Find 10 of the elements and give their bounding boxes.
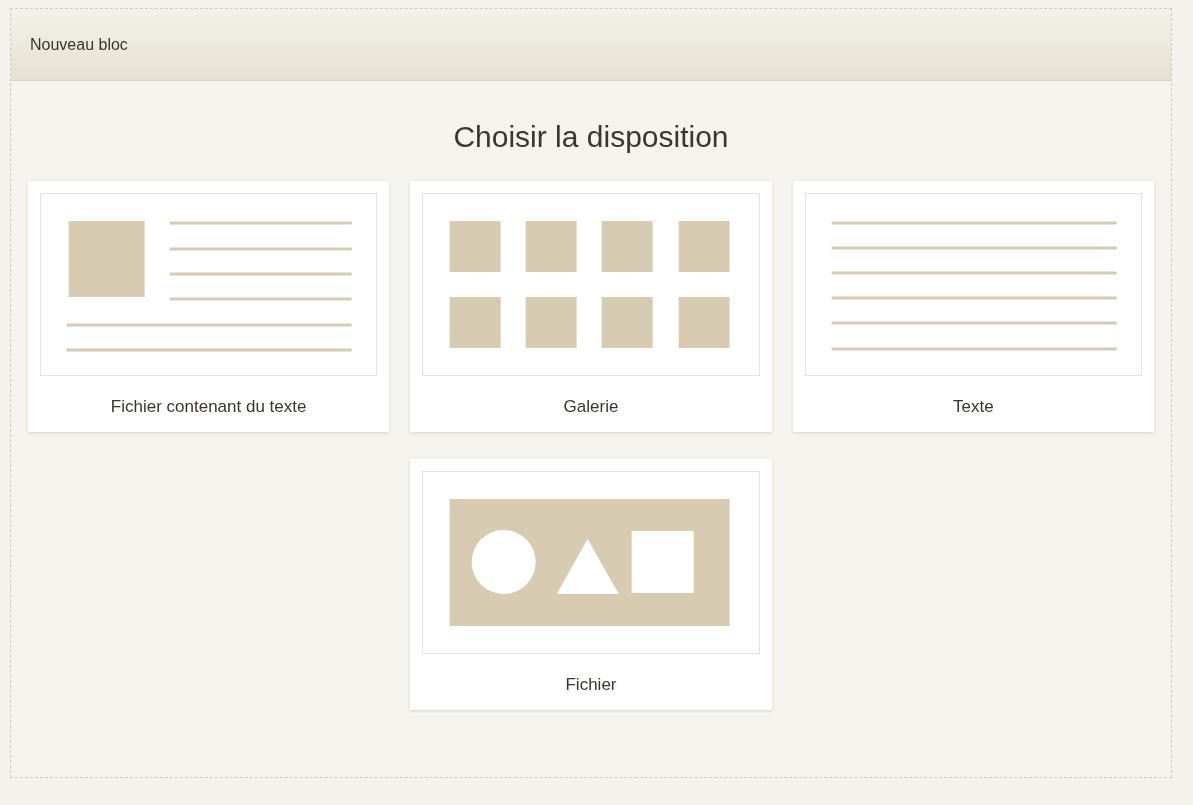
layout-label: Galerie xyxy=(562,396,620,418)
panel-title: Nouveau bloc xyxy=(30,34,128,55)
layout-card[interactable]: Texte xyxy=(792,181,1154,432)
layout-label: Fichier xyxy=(564,674,618,696)
heading: Choisir la disposition xyxy=(452,119,730,155)
layout-card[interactable]: Galerie xyxy=(410,181,772,432)
layout-label: Texte xyxy=(952,396,995,418)
layout-card[interactable]: Fichier contenant du texte xyxy=(28,181,390,432)
layout-label: Fichier contenant du texte xyxy=(109,396,308,418)
layout-card[interactable]: Fichier xyxy=(410,459,772,710)
